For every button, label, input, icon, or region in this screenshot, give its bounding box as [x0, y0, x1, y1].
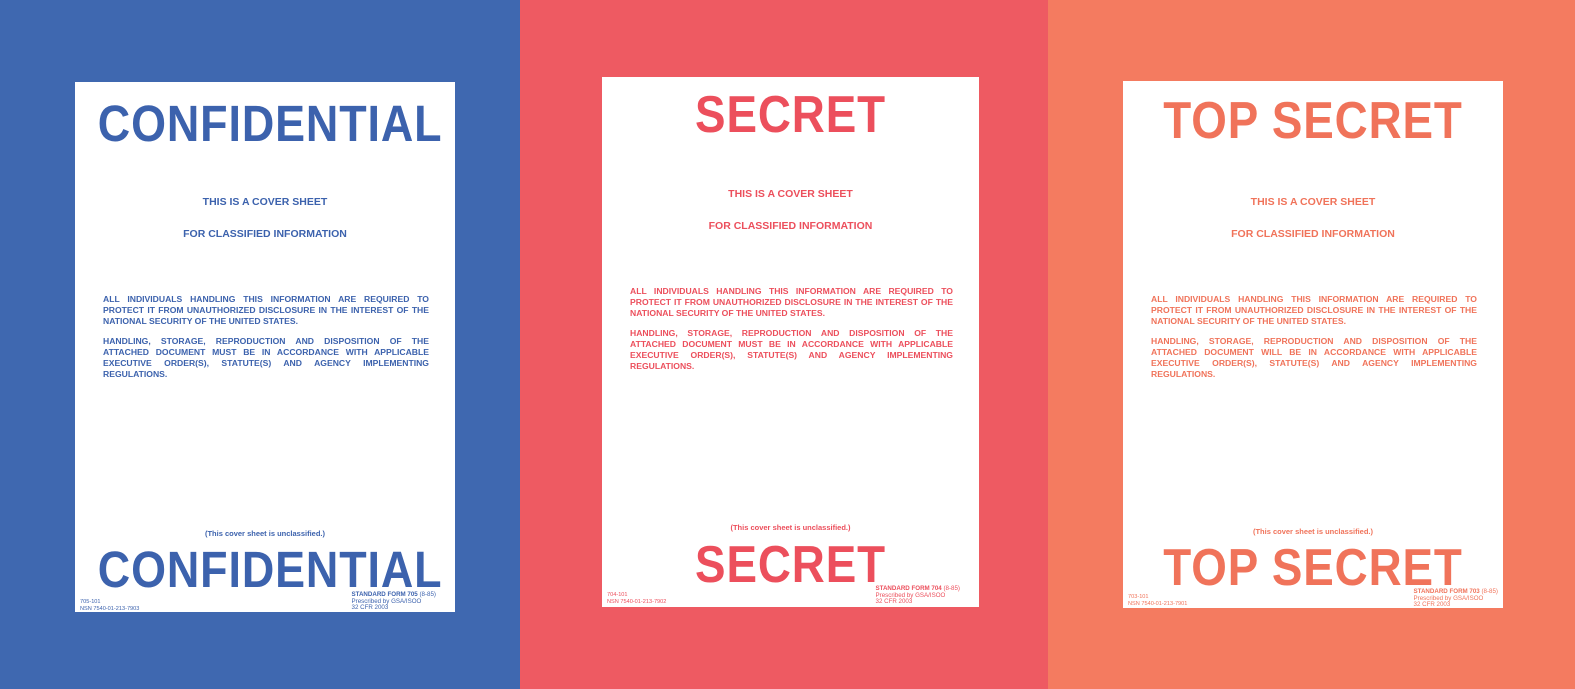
- cfr-reference: 32 CFR 2003: [351, 604, 389, 611]
- handling-paragraph: HANDLING, STORAGE, REPRODUCTION AND DISP…: [1151, 336, 1477, 379]
- standard-form-info: STANDARD FORM 703 (8-85) Prescribed by G…: [1413, 588, 1498, 609]
- unclassified-note: (This cover sheet is unclassified.): [730, 523, 851, 532]
- confidential-cover-sheet: CONFIDENTIAL THIS IS A COVER SHEET FOR C…: [75, 82, 455, 612]
- standard-form-label: STANDARD FORM 705: [351, 591, 418, 598]
- standard-form-date: (8-85): [419, 591, 436, 598]
- nsn-number: NSN 7540-01-213-7902: [607, 598, 667, 605]
- standard-form-date: (8-85): [1481, 588, 1498, 595]
- secret-cover-sheet: SECRET THIS IS A COVER SHEET FOR CLASSIF…: [602, 77, 979, 607]
- protection-paragraph: ALL INDIVIDUALS HANDLING THIS INFORMATIO…: [1151, 294, 1477, 326]
- standard-form-info: STANDARD FORM 705 (8-85) Prescribed by G…: [351, 591, 436, 612]
- form-code: 703-101 NSN 7540-01-213-7901: [1128, 594, 1187, 607]
- protection-paragraph: ALL INDIVIDUALS HANDLING THIS INFORMATIO…: [630, 286, 953, 318]
- protection-paragraph: ALL INDIVIDUALS HANDLING THIS INFORMATIO…: [103, 294, 429, 326]
- standard-form-label: STANDARD FORM 704: [875, 585, 942, 592]
- unclassified-note: (This cover sheet is unclassified.): [1252, 527, 1374, 536]
- top-heading: TOP SECRET: [1163, 92, 1463, 150]
- form-code: 704-101 NSN 7540-01-213-7902: [607, 592, 666, 605]
- nsn-number: NSN 7540-01-213-7903: [80, 605, 140, 612]
- cfr-reference: 32 CFR 2003: [875, 598, 913, 605]
- unclassified-note: (This cover sheet is unclassified.): [204, 529, 326, 538]
- top-heading: CONFIDENTIAL: [97, 95, 443, 152]
- secret-panel: SECRET THIS IS A COVER SHEET FOR CLASSIF…: [520, 0, 1048, 689]
- standard-form-date: (8-85): [943, 585, 960, 592]
- standard-form-label: STANDARD FORM 703: [1413, 588, 1480, 595]
- cfr-reference: 32 CFR 2003: [1413, 601, 1451, 608]
- subtitle-cover-sheet: THIS IS A COVER SHEET: [202, 196, 328, 208]
- form-code: 705-101 NSN 7540-01-213-7903: [80, 599, 139, 612]
- top-secret-panel: TOP SECRET THIS IS A COVER SHEET FOR CLA…: [1048, 0, 1575, 689]
- confidential-panel: CONFIDENTIAL THIS IS A COVER SHEET FOR C…: [0, 0, 520, 689]
- handling-paragraph: HANDLING, STORAGE, REPRODUCTION AND DISP…: [630, 328, 953, 371]
- subtitle-classified-info: FOR CLASSIFIED INFORMATION: [1231, 228, 1395, 240]
- handling-paragraph: HANDLING, STORAGE, REPRODUCTION AND DISP…: [103, 336, 429, 379]
- subtitle-classified-info: FOR CLASSIFIED INFORMATION: [708, 220, 873, 232]
- top-secret-cover-sheet: TOP SECRET THIS IS A COVER SHEET FOR CLA…: [1123, 81, 1503, 608]
- subtitle-cover-sheet: THIS IS A COVER SHEET: [728, 188, 853, 200]
- top-heading: SECRET: [695, 86, 886, 144]
- nsn-number: NSN 7540-01-213-7901: [1128, 600, 1188, 607]
- subtitle-classified-info: FOR CLASSIFIED INFORMATION: [183, 228, 347, 240]
- standard-form-info: STANDARD FORM 704 (8-85) Prescribed by G…: [875, 585, 960, 606]
- subtitle-cover-sheet: THIS IS A COVER SHEET: [1250, 196, 1376, 208]
